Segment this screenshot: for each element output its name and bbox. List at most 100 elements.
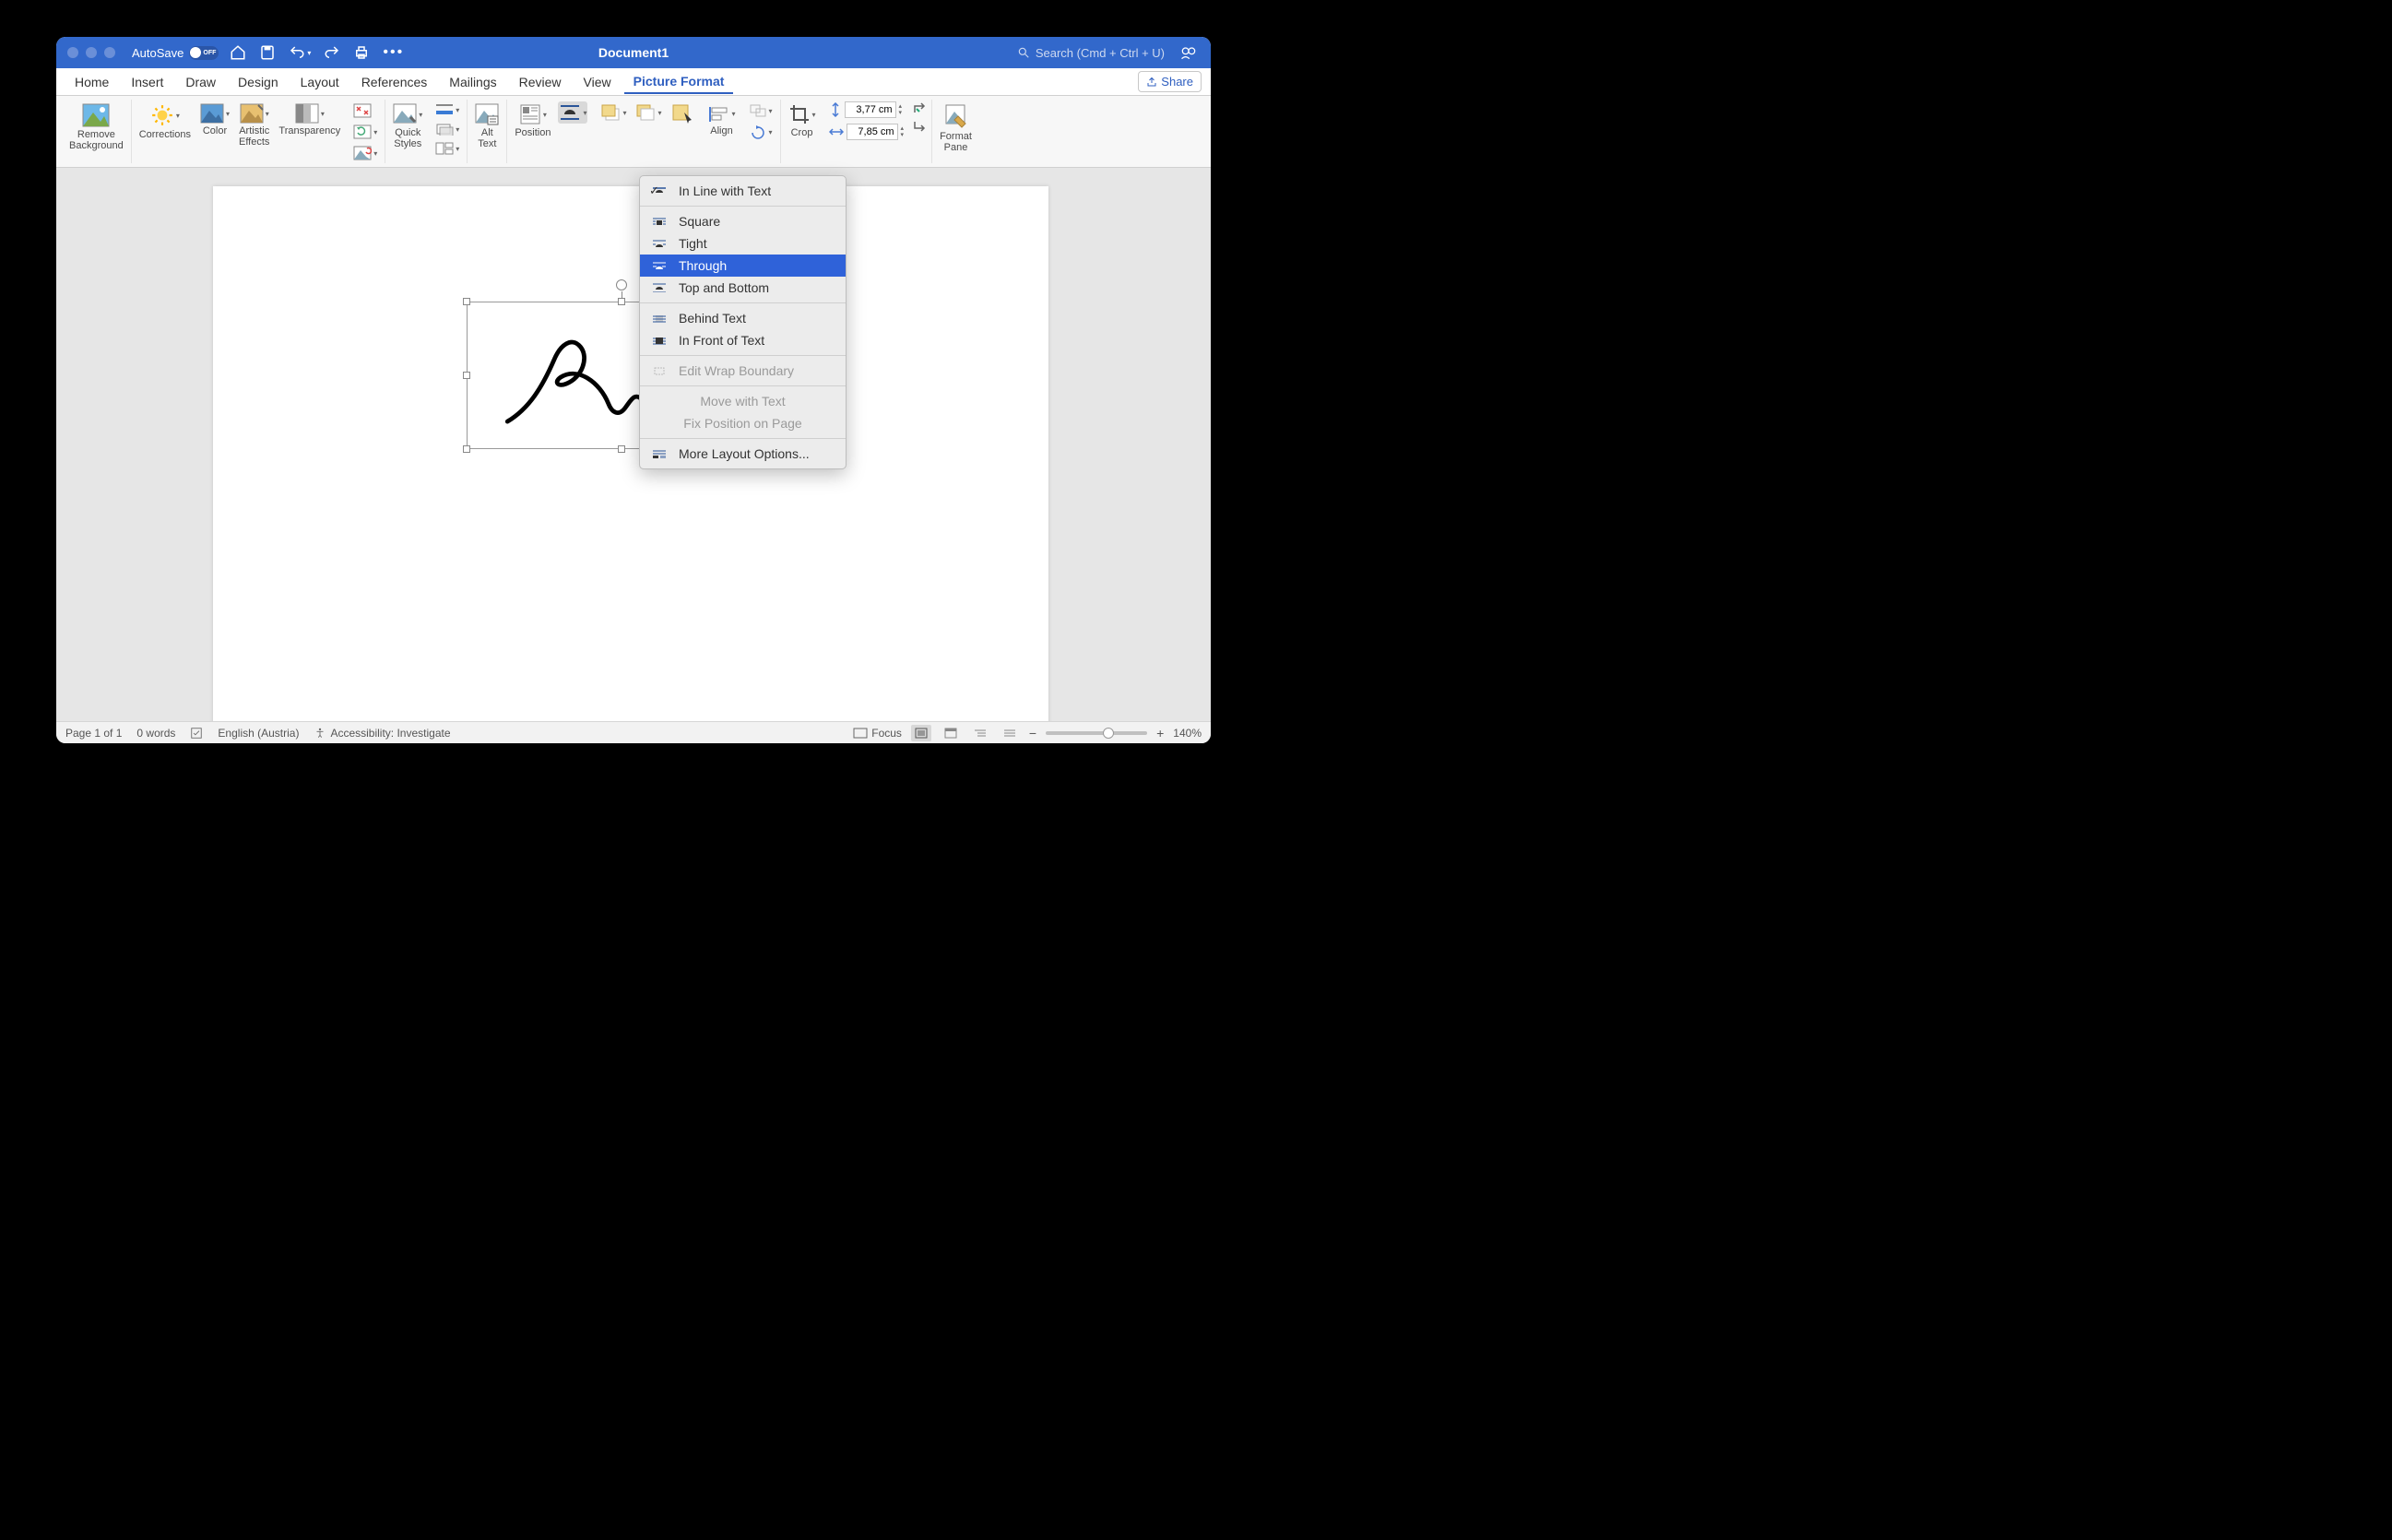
save-icon[interactable]	[259, 44, 276, 61]
spellcheck-icon[interactable]	[190, 727, 203, 740]
crop-button[interactable]: ▾ Crop	[787, 101, 818, 140]
quick-styles-button[interactable]: ▾ Quick Styles	[391, 101, 424, 151]
wrap-front-item[interactable]: In Front of Text	[640, 329, 846, 351]
zoom-window-button[interactable]	[104, 47, 115, 58]
zoom-in-button[interactable]: +	[1156, 726, 1164, 740]
print-icon[interactable]	[353, 44, 370, 61]
lock-aspect-bottom-icon[interactable]	[913, 120, 926, 133]
wrap-through-item[interactable]: Through	[640, 255, 846, 277]
autosave-label: AutoSave	[132, 46, 184, 60]
fix-position-item: Fix Position on Page	[640, 412, 846, 434]
redo-icon[interactable]	[324, 44, 340, 61]
web-layout-view-button[interactable]	[941, 725, 961, 741]
autosave-switch[interactable]: OFF	[189, 46, 219, 60]
dropdown-separator	[640, 206, 846, 207]
more-layout-options-item[interactable]: More Layout Options...	[640, 443, 846, 465]
rotate-handle[interactable]	[616, 279, 627, 290]
wrap-behind-item[interactable]: Behind Text	[640, 307, 846, 329]
draft-view-button[interactable]	[1000, 725, 1020, 741]
transparency-button[interactable]: ▾ Transparency	[277, 101, 342, 138]
language-indicator[interactable]: English (Austria)	[218, 727, 299, 740]
resize-handle-tl[interactable]	[463, 298, 470, 305]
resize-handle-b[interactable]	[618, 445, 625, 453]
home-icon[interactable]	[230, 44, 246, 61]
alt-text-button[interactable]: Alt Text	[473, 101, 501, 151]
focus-mode-button[interactable]: Focus	[853, 727, 902, 740]
height-input[interactable]	[845, 101, 896, 118]
word-count[interactable]: 0 words	[136, 727, 175, 740]
collab-icon[interactable]	[1179, 43, 1198, 62]
undo-split-button[interactable]: ▾	[289, 44, 311, 61]
width-field[interactable]: ▴▾	[829, 124, 905, 140]
group-button[interactable]: ▾	[747, 101, 775, 120]
artistic-effects-button[interactable]: ▾ Artistic Effects	[237, 101, 271, 149]
lock-aspect-top-icon[interactable]	[913, 101, 926, 114]
page[interactable]	[213, 186, 1048, 721]
picture-effects-button[interactable]: ▾	[433, 121, 461, 137]
bring-forward-button[interactable]: ▾	[598, 101, 628, 124]
color-button[interactable]: ▾ Color	[198, 101, 231, 138]
rotate-button[interactable]: ▾	[747, 123, 775, 141]
zoom-out-button[interactable]: −	[1029, 726, 1036, 740]
resize-handle-l[interactable]	[463, 372, 470, 379]
picture-layout-button[interactable]: ▾	[433, 140, 461, 157]
share-button[interactable]: Share	[1138, 71, 1202, 92]
move-with-text-label: Move with Text	[700, 394, 785, 409]
zoom-level[interactable]: 140%	[1173, 727, 1202, 740]
tab-review[interactable]: Review	[510, 71, 571, 93]
document-canvas[interactable]	[56, 168, 1211, 721]
tab-references[interactable]: References	[352, 71, 437, 93]
height-field[interactable]: ▴▾	[829, 101, 905, 118]
wrap-top-bottom-item[interactable]: Top and Bottom	[640, 277, 846, 299]
wrap-inline-item[interactable]: In Line with Text	[640, 180, 846, 202]
format-pane-button[interactable]: Format Pane	[938, 101, 974, 155]
resize-handle-bl[interactable]	[463, 445, 470, 453]
tab-insert[interactable]: Insert	[122, 71, 172, 93]
outline-view-button[interactable]	[970, 725, 990, 741]
remove-background-button[interactable]: Remove Background	[67, 101, 125, 153]
close-window-button[interactable]	[67, 47, 78, 58]
tab-mailings[interactable]: Mailings	[440, 71, 505, 93]
send-backward-button[interactable]: ▾	[634, 101, 663, 124]
transparency-label: Transparency	[278, 125, 340, 136]
align-button[interactable]: ▾ Align	[706, 101, 738, 138]
corrections-button[interactable]: ▾ Corrections	[137, 101, 193, 142]
accessibility-indicator[interactable]: Accessibility: Investigate	[314, 727, 450, 740]
height-icon	[829, 102, 842, 117]
more-icon[interactable]: •••	[383, 44, 404, 61]
height-stepper[interactable]: ▴▾	[899, 103, 903, 116]
tab-picture-format[interactable]: Picture Format	[624, 70, 734, 94]
resize-handle-t[interactable]	[618, 298, 625, 305]
position-button[interactable]: ▾ Position	[513, 101, 552, 140]
tab-layout[interactable]: Layout	[291, 71, 349, 93]
send-backward-icon	[635, 103, 656, 122]
wrap-tight-item[interactable]: Tight	[640, 232, 846, 255]
search-box[interactable]: Search (Cmd + Ctrl + U)	[1017, 46, 1165, 60]
autosave-toggle[interactable]: AutoSave OFF	[132, 46, 219, 60]
minimize-window-button[interactable]	[86, 47, 97, 58]
undo-icon	[289, 44, 305, 61]
tab-draw[interactable]: Draw	[176, 71, 225, 93]
page-indicator[interactable]: Page 1 of 1	[65, 727, 122, 740]
zoom-slider[interactable]	[1046, 731, 1147, 735]
print-layout-view-button[interactable]	[911, 725, 931, 741]
change-picture-icon	[353, 124, 372, 139]
tab-home[interactable]: Home	[65, 71, 118, 93]
wrap-text-dropdown: In Line with Text Square Tight Through T…	[639, 175, 847, 469]
width-stepper[interactable]: ▴▾	[901, 125, 905, 138]
width-input[interactable]	[847, 124, 898, 140]
reset-picture-button[interactable]: ▾	[351, 144, 379, 162]
tab-view[interactable]: View	[574, 71, 621, 93]
tab-design[interactable]: Design	[229, 71, 288, 93]
picture-border-button[interactable]: ▾	[433, 101, 461, 118]
web-layout-icon	[944, 728, 957, 739]
ribbon-tabs: Home Insert Draw Design Layout Reference…	[56, 68, 1211, 96]
wrap-square-item[interactable]: Square	[640, 210, 846, 232]
selection-pane-button[interactable]	[669, 101, 695, 125]
compress-pictures-button[interactable]	[351, 101, 379, 120]
print-layout-icon	[915, 728, 928, 739]
change-picture-button[interactable]: ▾	[351, 123, 379, 141]
titlebar: AutoSave OFF ▾ ••• Document1 Search (Cmd…	[56, 37, 1211, 68]
zoom-thumb[interactable]	[1103, 728, 1114, 739]
wrap-text-button[interactable]: ▾	[558, 101, 587, 124]
